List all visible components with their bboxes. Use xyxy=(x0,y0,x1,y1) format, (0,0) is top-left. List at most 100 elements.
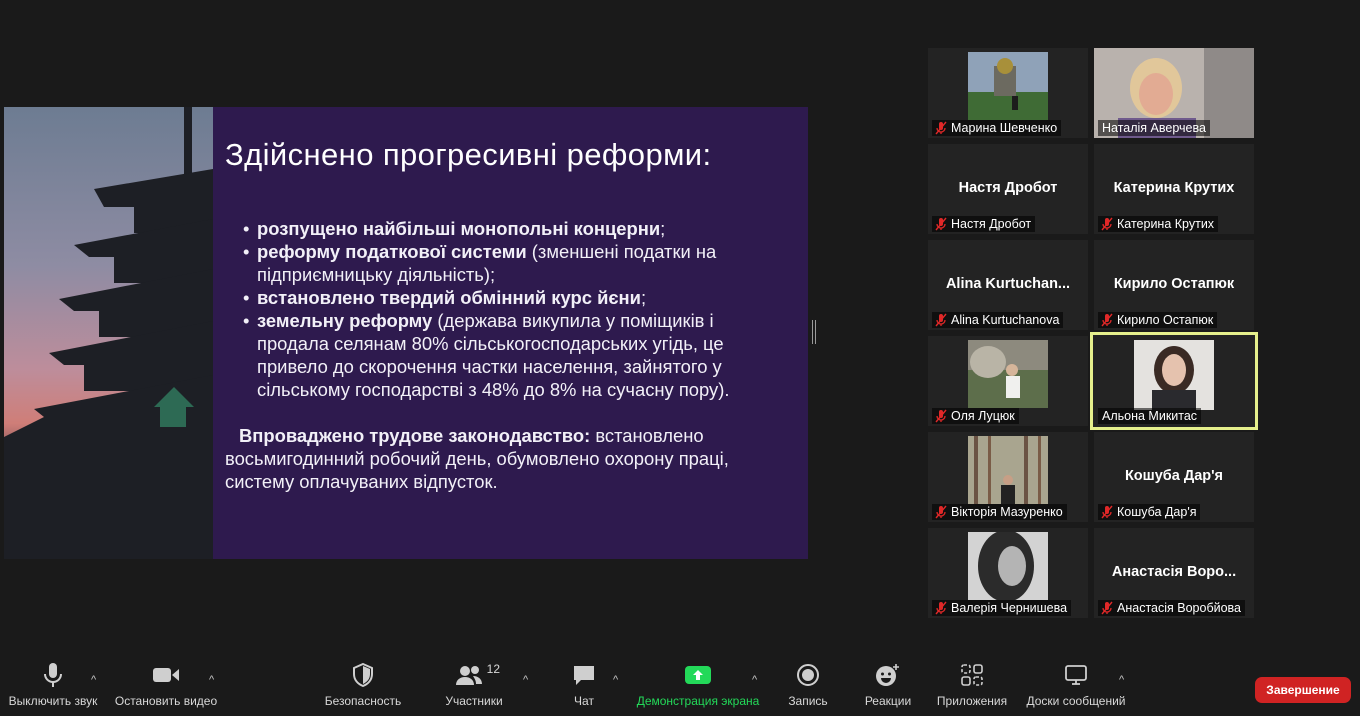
mic-muted-icon xyxy=(935,601,947,615)
participant-display-name: Катерина Крутих xyxy=(1113,180,1235,196)
chat-options-caret[interactable]: ^ xyxy=(613,674,618,686)
audio-options-caret[interactable]: ^ xyxy=(91,674,96,686)
participant-label: Настя Дробот xyxy=(932,216,1036,232)
participant-tile[interactable]: Наталія Аверчева xyxy=(1094,48,1254,138)
mic-muted-icon xyxy=(935,121,947,135)
participant-label: Вікторія Мазуренко xyxy=(932,504,1067,520)
participant-tile[interactable]: Кирило Остапюк Кирило Остапюк xyxy=(1094,240,1254,330)
video-options-caret[interactable]: ^ xyxy=(209,674,214,686)
slide-bullet-list: розпущено найбільші монопольні концерни;… xyxy=(225,217,790,401)
slide-text-area: Здійснено прогресивні реформи: розпущено… xyxy=(213,107,808,559)
participant-label: Кирило Остапюк xyxy=(1098,312,1218,328)
participant-video xyxy=(968,532,1048,600)
video-frame xyxy=(968,436,1048,504)
participant-display-name: Кошуба Дар'я xyxy=(1124,468,1224,484)
share-screen-label: Демонстрация экрана xyxy=(636,694,760,708)
participant-tile[interactable]: Валерія Чернишева xyxy=(928,528,1088,618)
participant-name: Кошуба Дар'я xyxy=(1117,505,1197,519)
security-label: Безопасность xyxy=(324,694,402,708)
participant-name: Валерія Чернишева xyxy=(951,601,1068,615)
video-frame xyxy=(968,52,1048,120)
participant-name: Марина Шевченко xyxy=(951,121,1058,135)
bullet-bold: реформу податкової системи xyxy=(257,241,527,262)
participant-label: Анастасія Воробйова xyxy=(1098,600,1245,616)
participant-label: Оля Луцюк xyxy=(932,408,1019,424)
participant-display-name: Анастасія Воро... xyxy=(1111,564,1237,580)
participant-label: Наталія Аверчева xyxy=(1098,120,1210,136)
participant-tile[interactable]: Марина Шевченко xyxy=(928,48,1088,138)
security-button[interactable]: Безопасность xyxy=(320,660,406,708)
participants-count: 12 xyxy=(486,662,500,676)
split-resize-handle[interactable] xyxy=(812,320,816,344)
participants-options-caret[interactable]: ^ xyxy=(523,674,528,686)
pagoda-image xyxy=(4,107,213,559)
microphone-icon xyxy=(44,663,62,687)
reactions-button[interactable]: Реакции xyxy=(858,660,918,708)
slide-bullet: встановлено твердий обмінний курс йєни; xyxy=(243,286,790,309)
participant-display-name: Alina Kurtuchan... xyxy=(945,276,1071,292)
stop-video-button[interactable]: Остановить видео xyxy=(112,660,220,708)
record-button[interactable]: Запись xyxy=(780,660,836,708)
meeting-toolbar: Выключить звук ^ Остановить видео ^ Безо… xyxy=(0,660,1360,716)
bullet-text: ; xyxy=(660,218,666,239)
participant-name: Оля Луцюк xyxy=(951,409,1015,423)
participant-tile[interactable]: Alina Kurtuchan... Alina Kurtuchanova xyxy=(928,240,1088,330)
mic-muted-icon xyxy=(935,409,947,423)
participant-name: Вікторія Мазуренко xyxy=(951,505,1063,519)
participant-name: Альона Микитас xyxy=(1102,409,1198,423)
share-screen-button[interactable]: Демонстрация экрана xyxy=(632,660,764,708)
bullet-bold: земельну реформу xyxy=(257,310,433,331)
participant-video xyxy=(968,436,1048,504)
participant-tile[interactable]: Катерина Крутих Катерина Крутих xyxy=(1094,144,1254,234)
slide-bullet: реформу податкової системи (зменшені под… xyxy=(243,240,790,286)
participant-name: Катерина Крутих xyxy=(1117,217,1215,231)
participants-icon xyxy=(456,666,482,685)
participant-label: Alina Kurtuchanova xyxy=(932,312,1064,328)
participant-tile[interactable]: Настя Дробот Настя Дробот xyxy=(928,144,1088,234)
bullet-text: ; xyxy=(640,287,647,308)
end-meeting-button[interactable]: Завершение xyxy=(1255,677,1351,703)
video-frame xyxy=(968,532,1048,600)
mute-button[interactable]: Выключить звук xyxy=(6,660,100,708)
apps-button[interactable]: Приложения xyxy=(934,660,1010,708)
participant-label: Альона Микитас xyxy=(1098,408,1202,424)
participant-label: Кошуба Дар'я xyxy=(1098,504,1201,520)
shield-icon xyxy=(353,663,373,687)
zoom-meeting-window: Здійснено прогресивні реформи: розпущено… xyxy=(0,0,1360,716)
slide-paragraph: Впроваджено трудове законодавство: встан… xyxy=(225,424,790,493)
participant-video xyxy=(968,52,1048,120)
mic-muted-icon xyxy=(1101,313,1113,327)
record-label: Запись xyxy=(788,694,828,708)
participant-display-name: Настя Дробот xyxy=(958,180,1058,196)
mic-muted-icon xyxy=(935,505,947,519)
mic-muted-icon xyxy=(1101,601,1113,615)
mute-label: Выключить звук xyxy=(8,694,98,708)
participant-tile-active-speaker[interactable]: Альона Микитас xyxy=(1090,332,1258,430)
participants-button[interactable]: 12 Участники xyxy=(438,660,510,708)
bullet-bold: встановлено твердий обмінний курс йєни xyxy=(257,287,641,308)
whiteboards-options-caret[interactable]: ^ xyxy=(1119,674,1124,686)
participant-name: Alina Kurtuchanova xyxy=(951,313,1060,327)
whiteboards-button[interactable]: Доски сообщений xyxy=(1022,660,1130,708)
participant-label: Валерія Чернишева xyxy=(932,600,1072,616)
video-frame xyxy=(968,340,1048,408)
slide-bullet: розпущено найбільші монопольні концерни; xyxy=(243,217,790,240)
share-screen-icon xyxy=(685,666,711,684)
apps-label: Приложения xyxy=(936,694,1008,708)
participant-label: Марина Шевченко xyxy=(932,120,1062,136)
participant-tile[interactable]: Вікторія Мазуренко xyxy=(928,432,1088,522)
share-options-caret[interactable]: ^ xyxy=(752,674,757,686)
chat-label: Чат xyxy=(574,694,594,708)
slide-pagoda-photo xyxy=(4,107,213,559)
participant-display-name: Кирило Остапюк xyxy=(1113,276,1235,292)
participant-tile[interactable]: Кошуба Дар'я Кошуба Дар'я xyxy=(1094,432,1254,522)
participant-tile[interactable]: Оля Луцюк xyxy=(928,336,1088,426)
participant-tile[interactable]: Анастасія Воро... Анастасія Воробйова xyxy=(1094,528,1254,618)
chat-button[interactable]: Чат xyxy=(560,660,608,708)
reactions-label: Реакции xyxy=(864,694,912,708)
participant-video xyxy=(1134,340,1214,410)
whiteboard-icon xyxy=(1065,665,1087,685)
shared-slide: Здійснено прогресивні реформи: розпущено… xyxy=(4,107,808,559)
video-frame xyxy=(1134,340,1214,410)
chat-icon xyxy=(574,666,594,685)
